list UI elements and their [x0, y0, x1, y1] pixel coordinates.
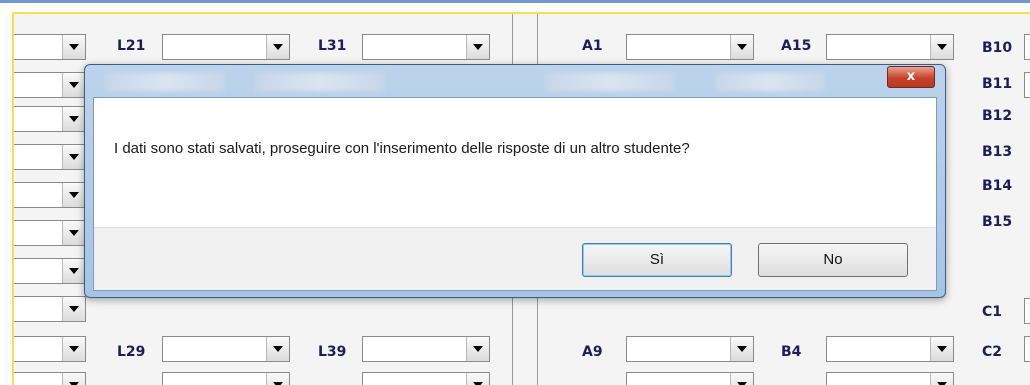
label-l31: L31: [318, 38, 347, 54]
field-c2[interactable]: [1024, 336, 1030, 362]
label-a15: A15: [781, 38, 812, 54]
confirm-dialog: x I dati sono stati salvati, proseguire …: [84, 64, 946, 298]
chevron-down-icon[interactable]: [62, 259, 85, 283]
dropdown-l39[interactable]: [362, 336, 490, 362]
chevron-down-icon[interactable]: [266, 35, 289, 59]
dropdown-left-4[interactable]: [14, 144, 86, 170]
dialog-footer: Sì No: [94, 227, 936, 290]
label-l29: L29: [117, 344, 146, 360]
close-button[interactable]: x: [887, 66, 935, 88]
chevron-down-icon[interactable]: [930, 373, 953, 385]
label-b10: B10: [982, 40, 1013, 56]
label-b13: B13: [982, 144, 1013, 160]
chevron-down-icon[interactable]: [466, 35, 489, 59]
yes-button[interactable]: Sì: [582, 243, 732, 277]
label-b15: B15: [982, 214, 1013, 230]
chevron-down-icon[interactable]: [730, 373, 753, 385]
label-a9: A9: [582, 344, 603, 360]
chevron-down-icon[interactable]: [466, 337, 489, 361]
dropdown-l31[interactable]: [362, 34, 490, 60]
field-b10[interactable]: [1024, 34, 1030, 60]
label-b4: B4: [781, 344, 802, 360]
dialog-body: I dati sono stati salvati, proseguire co…: [93, 97, 937, 291]
dialog-message: I dati sono stati salvati, proseguire co…: [114, 140, 690, 157]
chevron-down-icon[interactable]: [62, 107, 85, 131]
dropdown-a9[interactable]: [626, 336, 754, 362]
chevron-down-icon[interactable]: [930, 337, 953, 361]
dropdown-left-10[interactable]: [14, 372, 86, 385]
dropdown-a15[interactable]: [826, 34, 954, 60]
dropdown-partial-4[interactable]: [826, 372, 954, 385]
dropdown-left-9[interactable]: [14, 336, 86, 362]
chevron-down-icon[interactable]: [62, 337, 85, 361]
label-l21: L21: [117, 38, 146, 54]
label-a1: A1: [582, 38, 603, 54]
chevron-down-icon[interactable]: [730, 35, 753, 59]
dialog-titlebar-blur: [105, 73, 225, 91]
close-icon: x: [906, 69, 916, 84]
dialog-titlebar-blur: [255, 73, 385, 91]
label-b12: B12: [982, 108, 1013, 124]
no-button[interactable]: No: [758, 243, 908, 277]
field-c1[interactable]: [1024, 298, 1030, 324]
dropdown-left-8[interactable]: [14, 296, 86, 322]
chevron-down-icon[interactable]: [266, 373, 289, 385]
dropdown-partial-1[interactable]: [162, 372, 290, 385]
chevron-down-icon[interactable]: [930, 35, 953, 59]
dropdown-l29[interactable]: [162, 336, 290, 362]
dropdown-a1[interactable]: [626, 34, 754, 60]
dropdown-left-1[interactable]: [14, 34, 86, 60]
dropdown-b4[interactable]: [826, 336, 954, 362]
dropdown-l21[interactable]: [162, 34, 290, 60]
chevron-down-icon[interactable]: [62, 35, 85, 59]
dropdown-partial-3[interactable]: [626, 372, 754, 385]
chevron-down-icon[interactable]: [62, 183, 85, 207]
chevron-down-icon[interactable]: [62, 297, 85, 321]
chevron-down-icon[interactable]: [62, 221, 85, 245]
chevron-down-icon[interactable]: [62, 73, 85, 97]
dialog-titlebar-blur: [545, 73, 675, 91]
label-c2: C2: [982, 344, 1003, 360]
label-c1: C1: [982, 304, 1003, 320]
dropdown-left-2[interactable]: [14, 72, 86, 98]
chevron-down-icon[interactable]: [62, 373, 85, 385]
chevron-down-icon[interactable]: [466, 373, 489, 385]
label-b11: B11: [982, 76, 1013, 92]
dropdown-left-5[interactable]: [14, 182, 86, 208]
label-b14: B14: [982, 178, 1013, 194]
label-l39: L39: [318, 344, 347, 360]
chevron-down-icon[interactable]: [266, 337, 289, 361]
dropdown-partial-2[interactable]: [362, 372, 490, 385]
dropdown-left-7[interactable]: [14, 258, 86, 284]
dropdown-left-6[interactable]: [14, 220, 86, 246]
chevron-down-icon[interactable]: [62, 145, 85, 169]
dialog-titlebar-blur: [715, 73, 825, 91]
chevron-down-icon[interactable]: [730, 337, 753, 361]
field-b11[interactable]: [1024, 72, 1030, 98]
dropdown-left-3[interactable]: [14, 106, 86, 132]
